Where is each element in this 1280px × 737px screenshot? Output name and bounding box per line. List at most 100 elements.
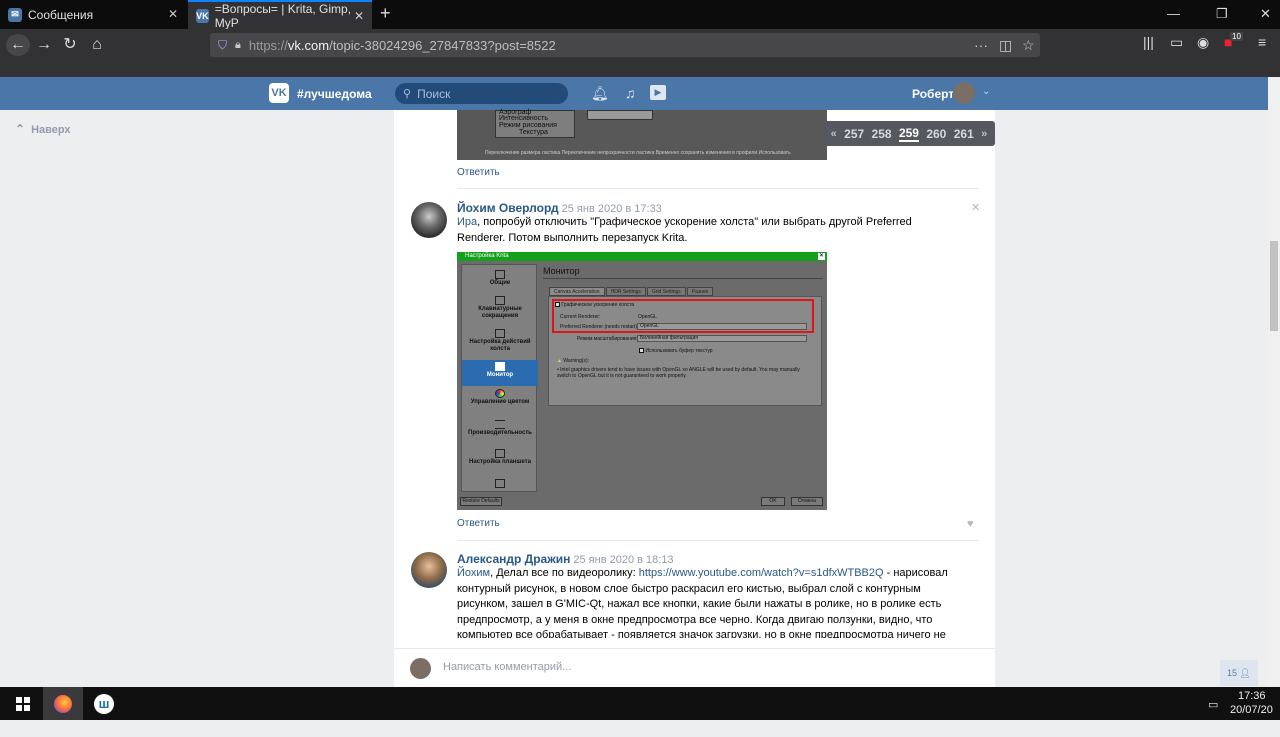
page-link[interactable]: 257 <box>844 127 864 141</box>
sidebar-item-tablet: Настройка планшета <box>462 449 538 466</box>
mention-link[interactable]: Ира <box>457 216 477 228</box>
color-wheel-icon <box>495 389 505 398</box>
author-name[interactable]: Александр Дражин <box>457 552 570 566</box>
address-bar[interactable]: ⛉ 🔒︎ https:// vk.com /topic-38024296_278… <box>210 33 1040 57</box>
close-tab-icon[interactable]: ✕ <box>168 7 178 21</box>
close-window-icon[interactable]: ✕ <box>1260 6 1271 22</box>
minimize-icon[interactable]: — <box>1167 6 1180 21</box>
pocket-icon[interactable]: ◫ <box>999 33 1012 57</box>
bookmark-star-icon[interactable]: ☆ <box>1022 33 1035 57</box>
heading-rule <box>543 278 823 279</box>
page-link[interactable]: 258 <box>872 127 892 141</box>
user-avatar <box>410 658 431 679</box>
like-heart-icon[interactable]: ♥ <box>967 518 974 530</box>
battery-icon[interactable]: ▭ <box>1208 698 1218 731</box>
krita-settings-sidebar: Общие Клавиатурные сокращения Настройка … <box>461 264 538 492</box>
checkbox-label: Использовать буфер текстур <box>645 348 713 354</box>
sidebar-icon[interactable]: ▭ <box>1170 34 1183 51</box>
cancel-button: Отмена <box>791 497 823 506</box>
community-name[interactable]: #лучшедома <box>297 87 372 101</box>
comment-input[interactable]: Написать комментарий... <box>443 661 571 673</box>
page-scrollbar[interactable] <box>1268 77 1280 687</box>
messenger-app-icon[interactable]: ш <box>84 687 124 720</box>
prev-page-link[interactable]: « <box>831 128 837 140</box>
vk-favicon-icon: ✉ <box>8 7 22 22</box>
author-name[interactable]: Йохим Оверлорд <box>457 201 559 215</box>
toolbar-gap <box>0 61 1280 77</box>
sidebar-label: Монитор <box>486 372 514 378</box>
reply-link[interactable]: Ответить <box>457 167 500 178</box>
windows-start-icon[interactable] <box>3 687 43 720</box>
tab-messages[interactable]: ✉ Сообщения ✕ <box>0 0 186 29</box>
highlight-rectangle <box>552 299 814 333</box>
topic-posts: Аэрограф Интенсивность Режим рисования Т… <box>394 109 995 687</box>
menu-icon[interactable]: ≡ <box>1258 34 1266 50</box>
chevron-down-icon[interactable]: ⌄ <box>982 86 990 97</box>
settings-preview <box>587 110 653 120</box>
user-name[interactable]: Роберт <box>912 87 954 101</box>
search-placeholder: Поиск <box>417 86 451 101</box>
page-link[interactable]: 261 <box>954 127 974 141</box>
sidebar-item-monitor: Монитор <box>462 360 538 386</box>
post-body: , Делал все по видеоролику: <box>490 567 639 579</box>
krita-settings-screenshot[interactable]: Настройка Krita ✕ Общие Клавиатурные сок… <box>457 252 827 510</box>
sidebar-item-color-management: Управление цветом <box>462 389 538 406</box>
author-avatar[interactable] <box>411 552 447 588</box>
mention-link[interactable]: Йохим <box>457 567 490 579</box>
close-icon[interactable]: ✕ <box>971 201 980 214</box>
forward-icon[interactable]: → <box>32 34 56 56</box>
post-text: Йохим, Делал все по видеоролику: https:/… <box>457 566 952 638</box>
tab-canvas-acceleration: Canvas Acceleration <box>549 287 605 296</box>
music-note-icon[interactable]: ♫ <box>625 85 636 101</box>
close-tab-icon[interactable]: ✕ <box>354 9 364 23</box>
home-icon[interactable]: ⌂ <box>85 34 109 56</box>
notifications-bell-icon[interactable]: 🔔︎ <box>591 85 609 102</box>
search-input[interactable]: ⚲ Поиск <box>395 83 568 104</box>
chevron-up-icon: ⌃ <box>15 122 26 136</box>
scroll-to-top-label: Наверх <box>31 124 71 136</box>
post-author[interactable]: Александр Дражин 25 янв 2020 в 18:13 <box>457 552 674 566</box>
comment-bar: Написать комментарий... <box>394 648 995 687</box>
option-row: Текстура <box>519 129 548 136</box>
next-page-link[interactable]: » <box>981 128 987 140</box>
reload-icon[interactable]: ↻ <box>58 34 82 56</box>
youtube-link[interactable]: https://www.youtube.com/watch?v=s1dfxWTB… <box>639 567 884 579</box>
tab-krita-topic[interactable]: VK =Вопросы= | Krita, Gimp, MyP ✕ <box>188 0 372 30</box>
page-link[interactable]: 260 <box>926 127 946 141</box>
krita-window-title: Настройка Krita ✕ <box>457 252 827 261</box>
back-icon[interactable]: ← <box>6 34 30 56</box>
more-icon[interactable]: ··· <box>974 33 988 57</box>
author-avatar[interactable] <box>411 202 447 238</box>
firefox-icon[interactable] <box>43 687 83 720</box>
restore-icon[interactable]: ❐ <box>1216 6 1228 22</box>
play-icon[interactable]: ▶ <box>650 85 666 100</box>
scrollbar-thumb[interactable] <box>1270 241 1278 331</box>
user-avatar[interactable] <box>953 82 975 104</box>
post-attachment-image[interactable]: Аэрограф Интенсивность Режим рисования Т… <box>457 109 827 160</box>
tab-grid-settings: Grid Settings <box>646 287 686 296</box>
tab-misc: Разное <box>686 287 714 296</box>
warning-text: • Intel graphics drivers tend to have is… <box>557 367 800 379</box>
restore-defaults-button: Restore Defaults <box>460 497 502 506</box>
library-icon[interactable]: ||| <box>1143 34 1154 50</box>
post-date[interactable]: 25 янв 2020 в 17:33 <box>562 203 662 215</box>
warning-title-text: Warning(s): <box>563 358 589 364</box>
reply-link[interactable]: Ответить <box>457 518 500 529</box>
account-icon[interactable]: ◉ <box>1197 34 1209 51</box>
online-count-badge[interactable]: 15 👤︎ <box>1220 660 1258 686</box>
option-row: Режим рисования <box>499 122 557 129</box>
url-path: /topic-38024296_27847833?post=8522 <box>329 37 556 53</box>
krita-page-heading: Монитор <box>543 266 580 276</box>
clock-date[interactable]: 20/07/20 <box>1230 704 1273 737</box>
post-date[interactable]: 25 янв 2020 в 18:13 <box>573 554 673 566</box>
post-body: , попробуй отключить "Графическое ускоре… <box>457 216 912 244</box>
search-icon: ⚲ <box>403 88 412 100</box>
tab-title: =Вопросы= | Krita, Gimp, MyP <box>214 1 352 30</box>
vk-logo-icon[interactable]: VK <box>269 83 289 103</box>
new-tab-icon[interactable]: + <box>380 3 391 24</box>
sliders-icon <box>495 420 505 429</box>
post-author[interactable]: Йохим Оверлорд 25 янв 2020 в 17:33 <box>457 201 662 215</box>
scroll-to-top-link[interactable]: ⌃ Наверх <box>15 122 71 136</box>
tab-title: Сообщения <box>28 7 94 22</box>
windows-taskbar: ш ▭ 17:36 20/07/20 <box>0 687 1280 720</box>
